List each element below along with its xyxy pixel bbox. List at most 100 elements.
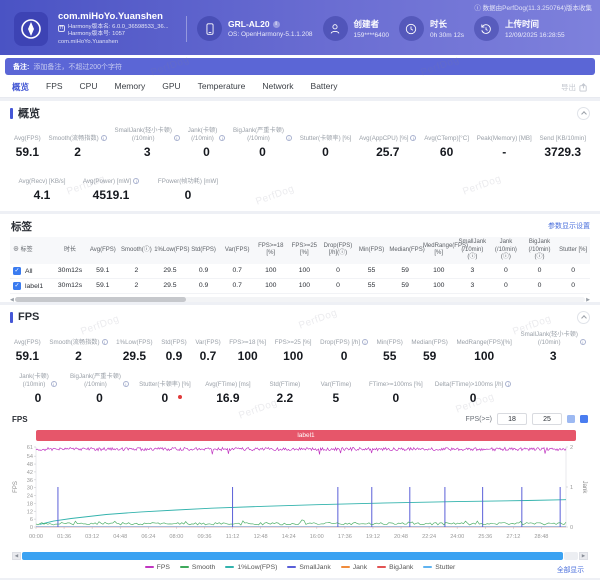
stat-value: 100: [238, 349, 258, 363]
legend-item-FPS[interactable]: FPS: [145, 564, 170, 571]
tab-Memory[interactable]: Memory: [115, 81, 146, 93]
checkbox[interactable]: ✓: [13, 282, 21, 290]
section-tab-bar: 概览 FPS CPU Memory GPU Temperature Network Batte…: [0, 77, 600, 98]
stat-label: Avg(FPS): [14, 127, 41, 142]
show-all-link[interactable]: 全部显示: [557, 564, 584, 574]
fps-threshold-label: FPS(>=): [466, 416, 492, 423]
stat-value: 100: [283, 349, 303, 363]
device-name: GRL-AL20: [228, 19, 270, 29]
tab-FPS[interactable]: FPS: [46, 81, 63, 93]
table-row: ✓label130m12s59.1229.50.90.7100100055591…: [10, 278, 590, 293]
column-header: Jank (/10min)(ⓘ): [489, 237, 523, 264]
svg-text:01:36: 01:36: [57, 534, 71, 540]
legend-item-Smooth[interactable]: Smooth: [180, 564, 215, 571]
column-header: Median(FPS): [388, 237, 422, 264]
scrollbar-thumb[interactable]: [15, 297, 186, 302]
tab-Network[interactable]: Network: [262, 81, 293, 93]
svg-text:00:00: 00:00: [29, 534, 43, 540]
stat-item: Smooth(流畅指数)i2: [49, 331, 107, 365]
info-icon[interactable]: i: [580, 339, 586, 345]
tab-CPU[interactable]: CPU: [80, 81, 98, 93]
stat-value: 4.1: [34, 188, 51, 202]
tab-Temperature[interactable]: Temperature: [198, 81, 246, 93]
info-icon[interactable]: i: [123, 381, 129, 387]
scroll-right-icon[interactable]: ▶: [586, 297, 590, 303]
export-button[interactable]: 导出: [561, 82, 588, 93]
param-display-settings-link[interactable]: 参数显示设置: [548, 221, 590, 231]
checkbox[interactable]: ✓: [13, 267, 21, 275]
tab-Battery[interactable]: Battery: [311, 81, 338, 93]
info-icon[interactable]: i: [102, 339, 108, 345]
tab-GPU[interactable]: GPU: [162, 81, 180, 93]
info-icon[interactable]: i: [174, 135, 180, 141]
creator-value: 159****6400: [354, 32, 389, 39]
header-divider: [186, 16, 187, 42]
fps-threshold-input-2[interactable]: [532, 413, 562, 425]
svg-text:0: 0: [30, 525, 33, 531]
svg-text:19:12: 19:12: [366, 534, 380, 540]
legend-item-Stutter[interactable]: Stutter: [423, 564, 455, 571]
chart-horizontal-scrollbar[interactable]: ◀ ▶: [12, 552, 588, 560]
fps-threshold-input-1[interactable]: [497, 413, 527, 425]
legend-item-BigJank[interactable]: BigJank: [377, 564, 413, 571]
info-icon[interactable]: i: [410, 135, 416, 141]
stat-item: Avg(Power) [mW]i4519.1: [78, 170, 144, 204]
table-cell: 100: [254, 278, 288, 293]
scroll-left-icon[interactable]: ◀: [12, 552, 21, 560]
svg-text:14:24: 14:24: [282, 534, 296, 540]
scroll-left-icon[interactable]: ◀: [10, 297, 14, 303]
fps-chart[interactable]: 0612182430364248546101200:0001:3603:1204…: [10, 443, 590, 549]
fps-collapse-button[interactable]: [577, 311, 590, 324]
chart-scrollbar-track[interactable]: [564, 552, 578, 560]
info-icon[interactable]: i: [505, 381, 511, 387]
stat-value: 25.7: [376, 145, 399, 159]
info-icon[interactable]: i: [133, 178, 139, 184]
svg-text:24:00: 24:00: [450, 534, 464, 540]
stat-label: Avg(CTemp)[°C]: [424, 127, 469, 142]
chart-toggle-icon-2[interactable]: [580, 415, 588, 423]
column-header: Drop(FPS) [/h](ⓘ): [321, 237, 355, 264]
stat-label: Peak(Memory) [MB]: [477, 127, 532, 142]
add-label-icon[interactable]: ⊕: [13, 247, 21, 253]
stat-label: Var(FPS): [195, 331, 220, 346]
info-icon[interactable]: i: [286, 135, 292, 141]
legend-item-1%Low(FPS)[interactable]: 1%Low(FPS): [225, 564, 277, 571]
column-header: ⊕ 标签: [10, 237, 54, 264]
stat-label: Stutter(卡顿率) [%]: [300, 127, 352, 142]
remark-input[interactable]: 备注: 添加备注，不超过200个字符: [5, 58, 595, 75]
svg-text:1: 1: [570, 485, 573, 491]
info-icon[interactable]: i: [362, 339, 368, 345]
stat-value: 0: [162, 391, 169, 405]
info-icon[interactable]: i: [51, 381, 57, 387]
svg-text:03:12: 03:12: [85, 534, 99, 540]
chart-toggle-icon-1[interactable]: [567, 415, 575, 423]
table-cell: 3: [456, 278, 490, 293]
legend-swatch: [225, 566, 234, 569]
info-icon[interactable]: i: [219, 135, 225, 141]
upload-label: 上传时间: [505, 18, 565, 30]
stat-item: FPS>=18 [%]100: [229, 331, 266, 365]
stat-item: Min(FPS)55: [377, 331, 403, 365]
table-cell: 55: [355, 264, 389, 279]
device-info-icon[interactable]: i: [273, 21, 280, 28]
app-package-title: com.miHoYo.Yuanshen: [58, 11, 176, 23]
info-icon[interactable]: i: [101, 135, 107, 141]
stat-label: Stutter(卡顿率) [%]: [137, 373, 193, 388]
label1-range-bar[interactable]: label1: [36, 430, 576, 441]
stat-value: 0: [96, 391, 103, 405]
svg-text:12:48: 12:48: [254, 534, 268, 540]
tab-概览[interactable]: 概览: [12, 81, 29, 93]
overview-collapse-button[interactable]: [577, 107, 590, 120]
table-cell: 0: [489, 264, 523, 279]
table-horizontal-scrollbar[interactable]: ◀ ▶: [10, 297, 590, 303]
legend-item-Jank[interactable]: Jank: [341, 564, 367, 571]
stat-label: Avg(AppCPU) [%]i: [359, 127, 416, 142]
chart-scrollbar-thumb[interactable]: [22, 552, 563, 560]
scroll-right-icon[interactable]: ▶: [579, 552, 588, 560]
svg-text:30: 30: [27, 486, 33, 492]
remark-placeholder: 添加备注，不超过200个字符: [33, 62, 122, 72]
stat-label: Var(FTime): [315, 373, 357, 388]
legend-swatch: [423, 566, 432, 569]
column-header: FPS>=25 [%]: [288, 237, 322, 264]
legend-item-SmallJank[interactable]: SmallJank: [287, 564, 330, 571]
